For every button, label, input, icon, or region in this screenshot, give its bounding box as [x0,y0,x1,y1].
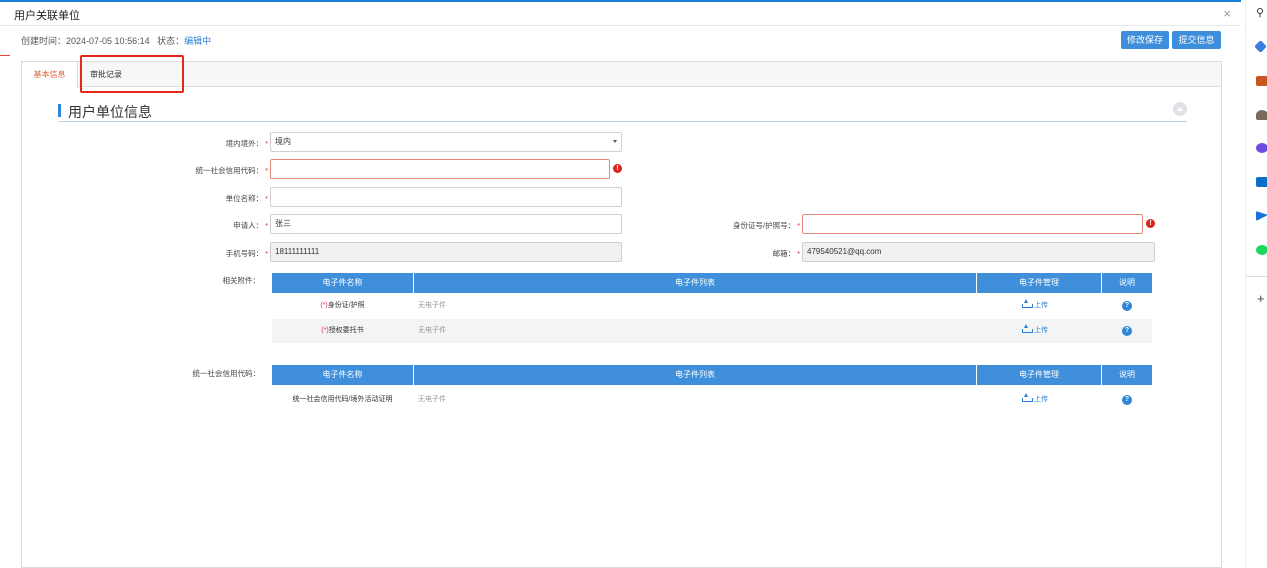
id-number-label: 身份证号/护照号： * [732,221,800,230]
upload-button[interactable]: 上传 [1022,294,1052,318]
header-name: 电子件名称 [272,365,413,385]
briefcase-icon[interactable] [1256,76,1267,86]
upload-icon [1022,299,1033,308]
send-icon[interactable] [1256,211,1267,221]
header-list: 电子件列表 [414,273,976,293]
applicant-input[interactable]: 张三 [270,214,622,234]
table-row: (*)身份证/护照 无电子件 上传 ? [272,294,1152,318]
credit-attachments-label: 统一社会信用代码： [192,369,261,378]
spotify-icon[interactable] [1256,245,1267,255]
email-field: 479540521@qq.com [802,242,1155,262]
divider [0,55,10,56]
modal-title: 用户关联单位 [14,10,80,22]
header-name: 电子件名称 [272,273,413,293]
right-sidebar: ⚲ + [1245,0,1267,566]
person-icon[interactable] [1256,110,1267,120]
id-number-input[interactable] [802,214,1143,234]
table-header: 电子件名称 电子件列表 电子件管理 说明 [272,365,1152,385]
upload-icon [1022,393,1033,402]
attachments-label: 相关附件： [222,276,261,285]
unit-name-input[interactable] [270,187,622,207]
row-name: (*)身份证/护照 [320,302,365,309]
modal-header: 用户关联单位 × [0,2,1241,26]
plus-icon[interactable]: + [1257,292,1265,305]
help-icon[interactable]: ? [1122,395,1132,405]
table-row: (*)授权委托书 无电子件 上传 ? [272,319,1152,343]
unit-name-label: 单位名称： * [225,194,268,203]
highlight-box [80,55,184,93]
email-label: 邮箱： * [772,249,800,258]
error-icon: ! [1146,219,1155,228]
row-list: 无电子件 [418,396,446,403]
row-name: 统一社会信用代码/境外活动证明 [292,396,393,403]
credit-code-label: 统一社会信用代码： * [195,166,268,175]
collapse-icon[interactable] [1173,102,1187,116]
header-help: 说明 [1102,365,1152,385]
section-bar [58,104,61,117]
header-help: 说明 [1102,273,1152,293]
chevron-down-icon [613,140,617,143]
section-title: 用户单位信息 [68,104,152,120]
created-info: 创建时间：2024-07-05 10:56:14 状态：编辑中 [21,34,211,47]
status-badge: 编辑中 [184,36,212,46]
close-icon[interactable]: × [1223,6,1231,21]
header-manage: 电子件管理 [977,365,1101,385]
tag-icon[interactable] [1254,40,1267,53]
domestic-label: 境内境外： * [225,139,268,148]
phone-field: 18111111111 [270,242,622,262]
upload-icon [1022,324,1033,333]
divider [1246,276,1267,277]
section-header: 用户单位信息 [58,102,1187,122]
user-unit-modal: 用户关联单位 × 创建时间：2024-07-05 10:56:14 状态：编辑中… [0,0,1241,568]
row-name: (*)授权委托书 [321,327,364,334]
save-button[interactable]: 修改保存 [1121,31,1169,49]
created-value: 2024-07-05 10:56:14 [66,36,150,46]
row-list: 无电子件 [418,302,446,309]
submit-button[interactable]: 提交信息 [1172,31,1221,49]
attachments-table: 电子件名称 电子件列表 电子件管理 说明 (*)身份证/护照 无电子件 上传 ?… [272,273,1152,345]
help-icon[interactable]: ? [1122,326,1132,336]
outlook-icon[interactable] [1256,177,1267,187]
credit-attachments-table: 电子件名称 电子件列表 电子件管理 说明 统一社会信用代码/境外活动证明 无电子… [272,365,1152,413]
domestic-value: 境内 [275,137,291,146]
table-row: 统一社会信用代码/境外活动证明 无电子件 上传 ? [272,388,1152,412]
search-icon[interactable]: ⚲ [1256,6,1264,19]
header-manage: 电子件管理 [977,273,1101,293]
help-icon[interactable]: ? [1122,301,1132,311]
info-bar: 创建时间：2024-07-05 10:56:14 状态：编辑中 修改保存 提交信… [0,28,1241,52]
domestic-select[interactable]: 境内 [270,132,622,152]
phone-label: 手机号码： * [225,249,268,258]
upload-button[interactable]: 上传 [1022,388,1052,412]
tab-basic-info[interactable]: 基本信息 [22,62,78,88]
row-list: 无电子件 [418,327,446,334]
created-label: 创建时间： [21,36,67,46]
applicant-label: 申请人： * [233,221,268,230]
tab-bar: 基本信息 审批记录 [22,62,1221,88]
header-list: 电子件列表 [414,365,976,385]
error-icon: ! [613,164,622,173]
status-label: 状态： [157,36,185,46]
content-panel: 基本信息 审批记录 用户单位信息 境内境外： * 境内 统一社会信用代码： * ! … [21,61,1222,568]
table-header: 电子件名称 电子件列表 电子件管理 说明 [272,273,1152,293]
credit-code-input[interactable] [270,159,610,179]
copilot-icon[interactable] [1256,143,1267,153]
upload-button[interactable]: 上传 [1022,319,1052,343]
